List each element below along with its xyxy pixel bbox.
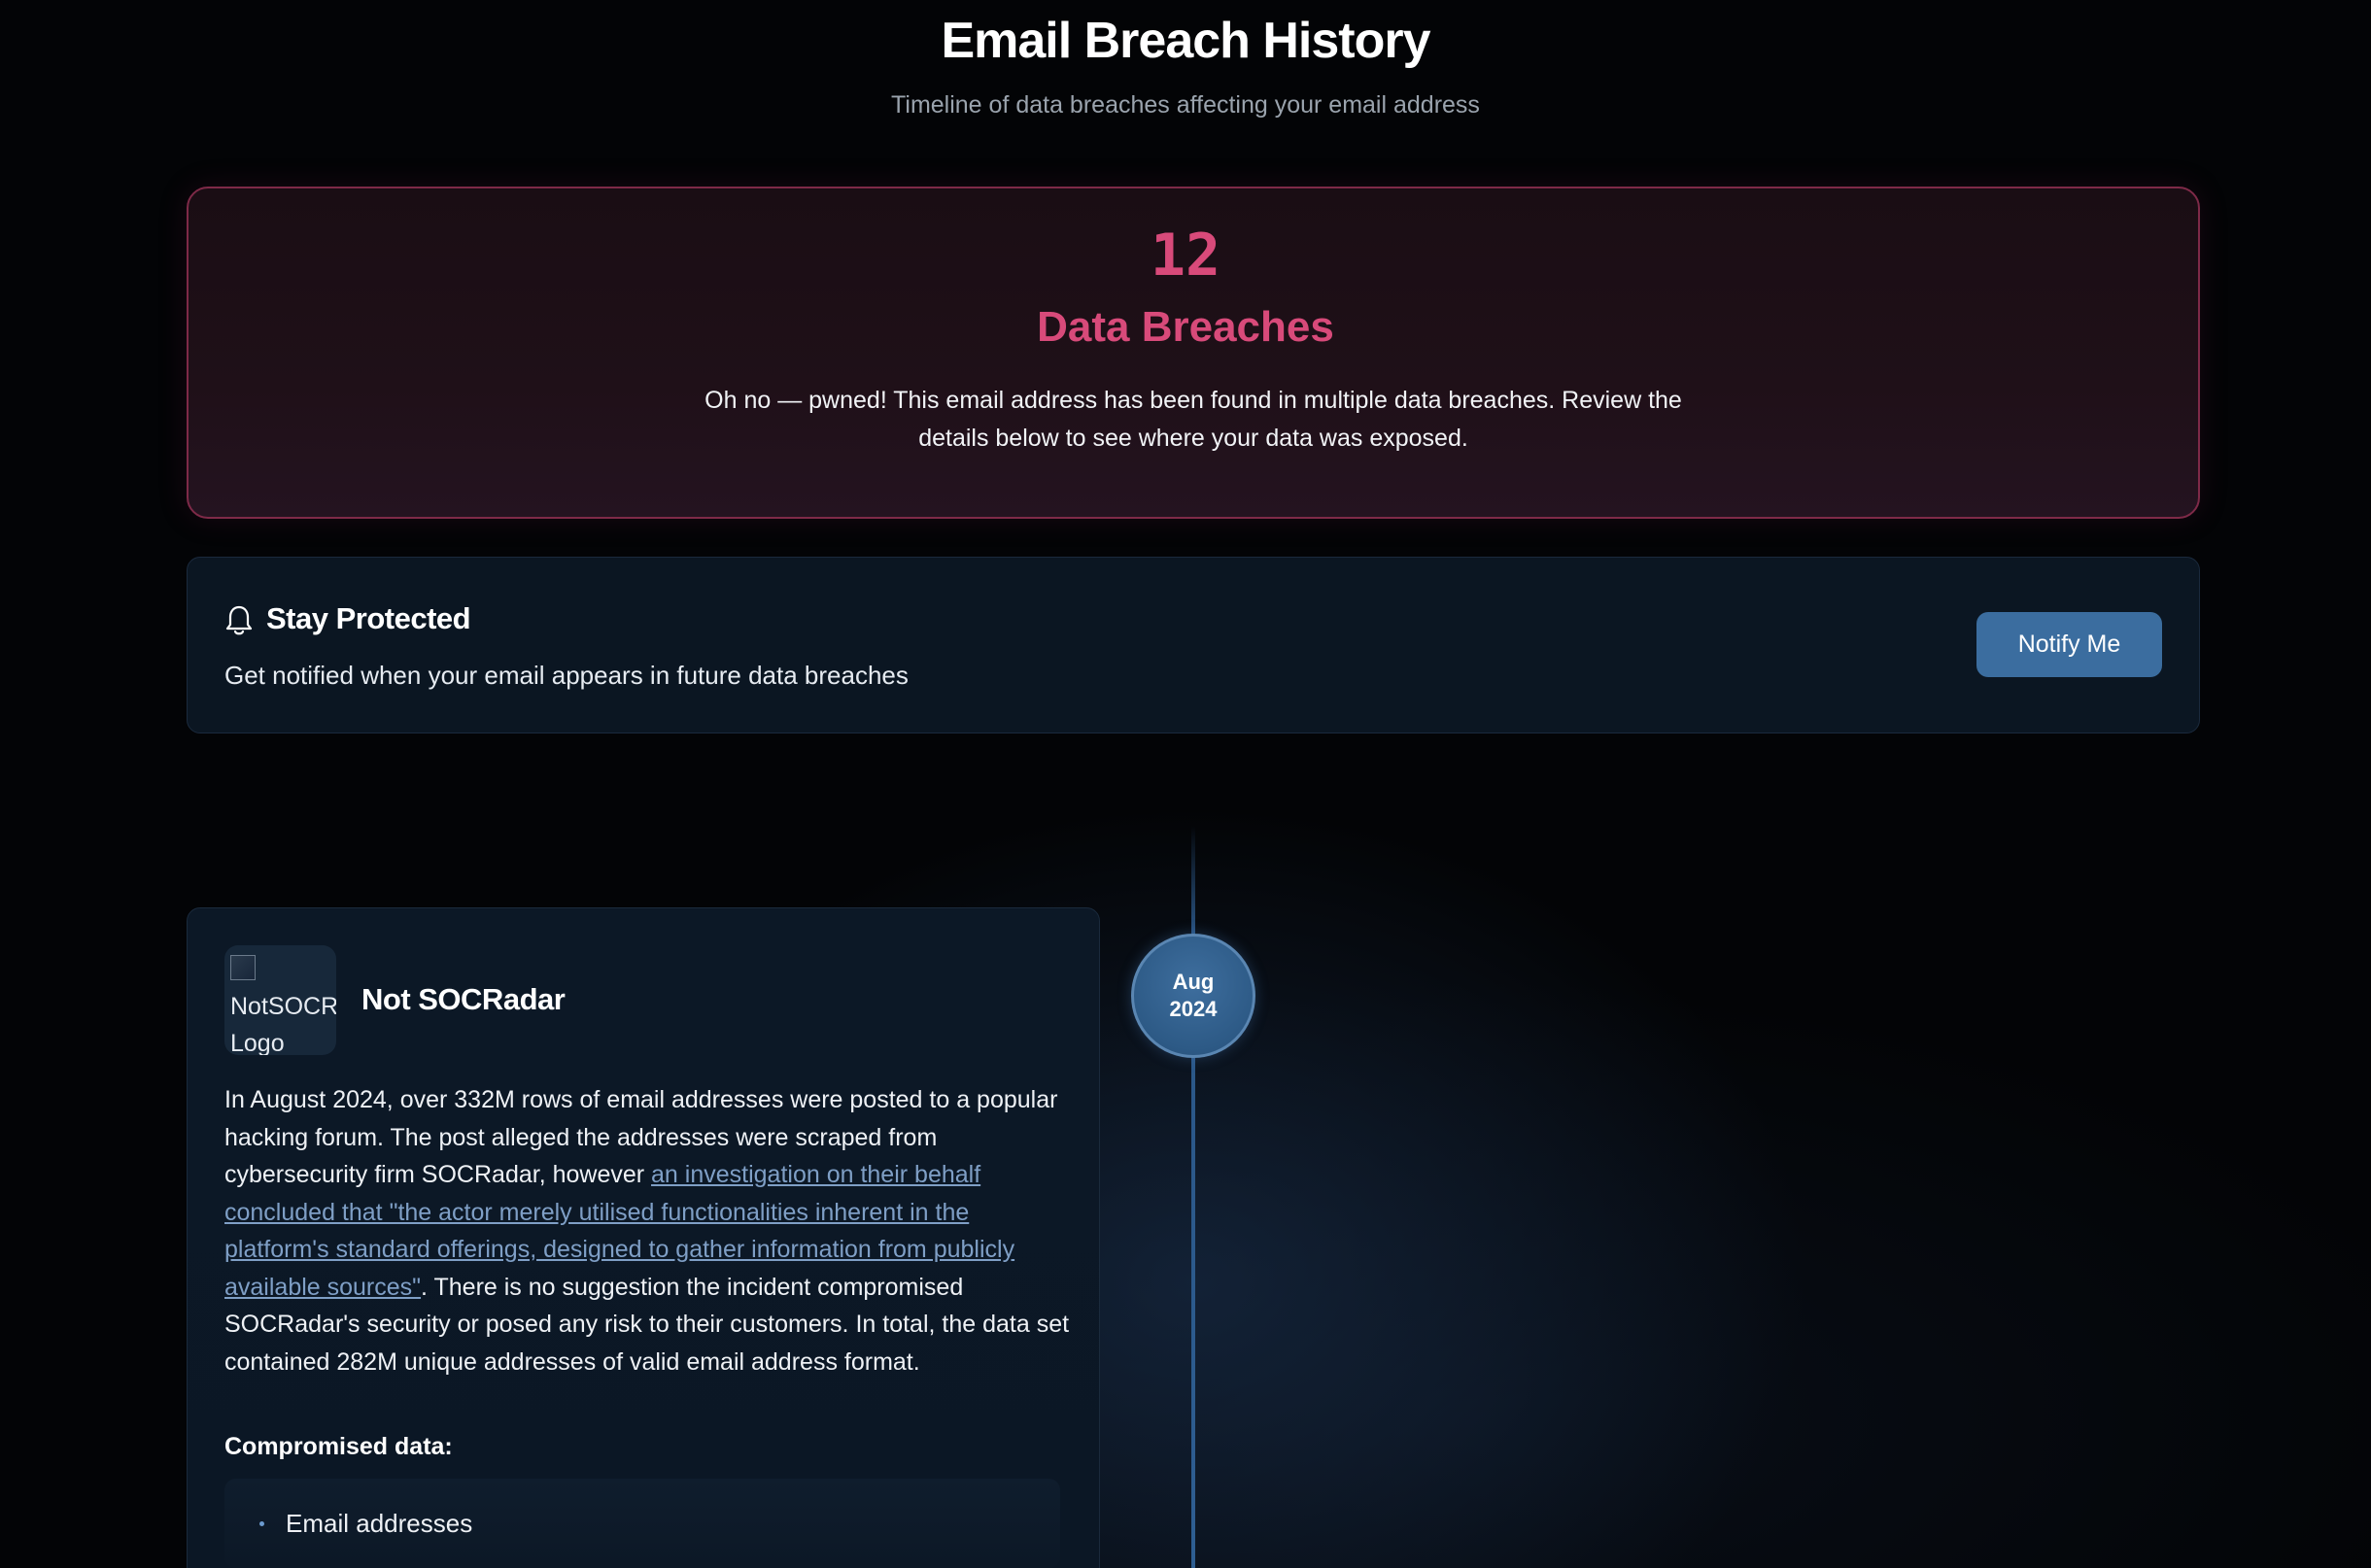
bell-icon xyxy=(225,605,253,635)
date-month: Aug xyxy=(1172,970,1215,994)
breach-logo-alt-text: NotSOCRadar Logo xyxy=(230,993,336,1055)
breach-name: Not SOCRadar xyxy=(361,982,566,1016)
page-subtitle: Timeline of data breaches affecting your… xyxy=(891,91,1480,119)
stay-protected-title: Stay Protected xyxy=(266,601,471,635)
broken-image-icon xyxy=(230,955,256,980)
breach-logo: NotSOCRadar Logo xyxy=(224,945,336,1055)
compromised-data-item: Email addresses xyxy=(259,1509,472,1539)
notify-me-button[interactable]: Notify Me xyxy=(1976,612,2162,677)
compromised-data-label: Compromised data: xyxy=(224,1433,453,1460)
timeline-date-badge: Aug 2024 xyxy=(1131,934,1255,1058)
breach-description: In August 2024, over 332M rows of email … xyxy=(224,1081,1070,1381)
stay-protected-card xyxy=(187,557,2200,733)
breach-count: 12 xyxy=(1150,222,1221,290)
breach-summary-message: Oh no — pwned! This email address has be… xyxy=(704,387,1682,452)
date-year: 2024 xyxy=(1169,997,1218,1021)
breach-count-label: Data Breaches xyxy=(1037,303,1334,351)
bullet-icon xyxy=(259,1521,264,1526)
stay-protected-description: Get notified when your email appears in … xyxy=(224,661,909,690)
page-title: Email Breach History xyxy=(941,13,1430,69)
compromised-data-item-label: Email addresses xyxy=(286,1509,473,1538)
